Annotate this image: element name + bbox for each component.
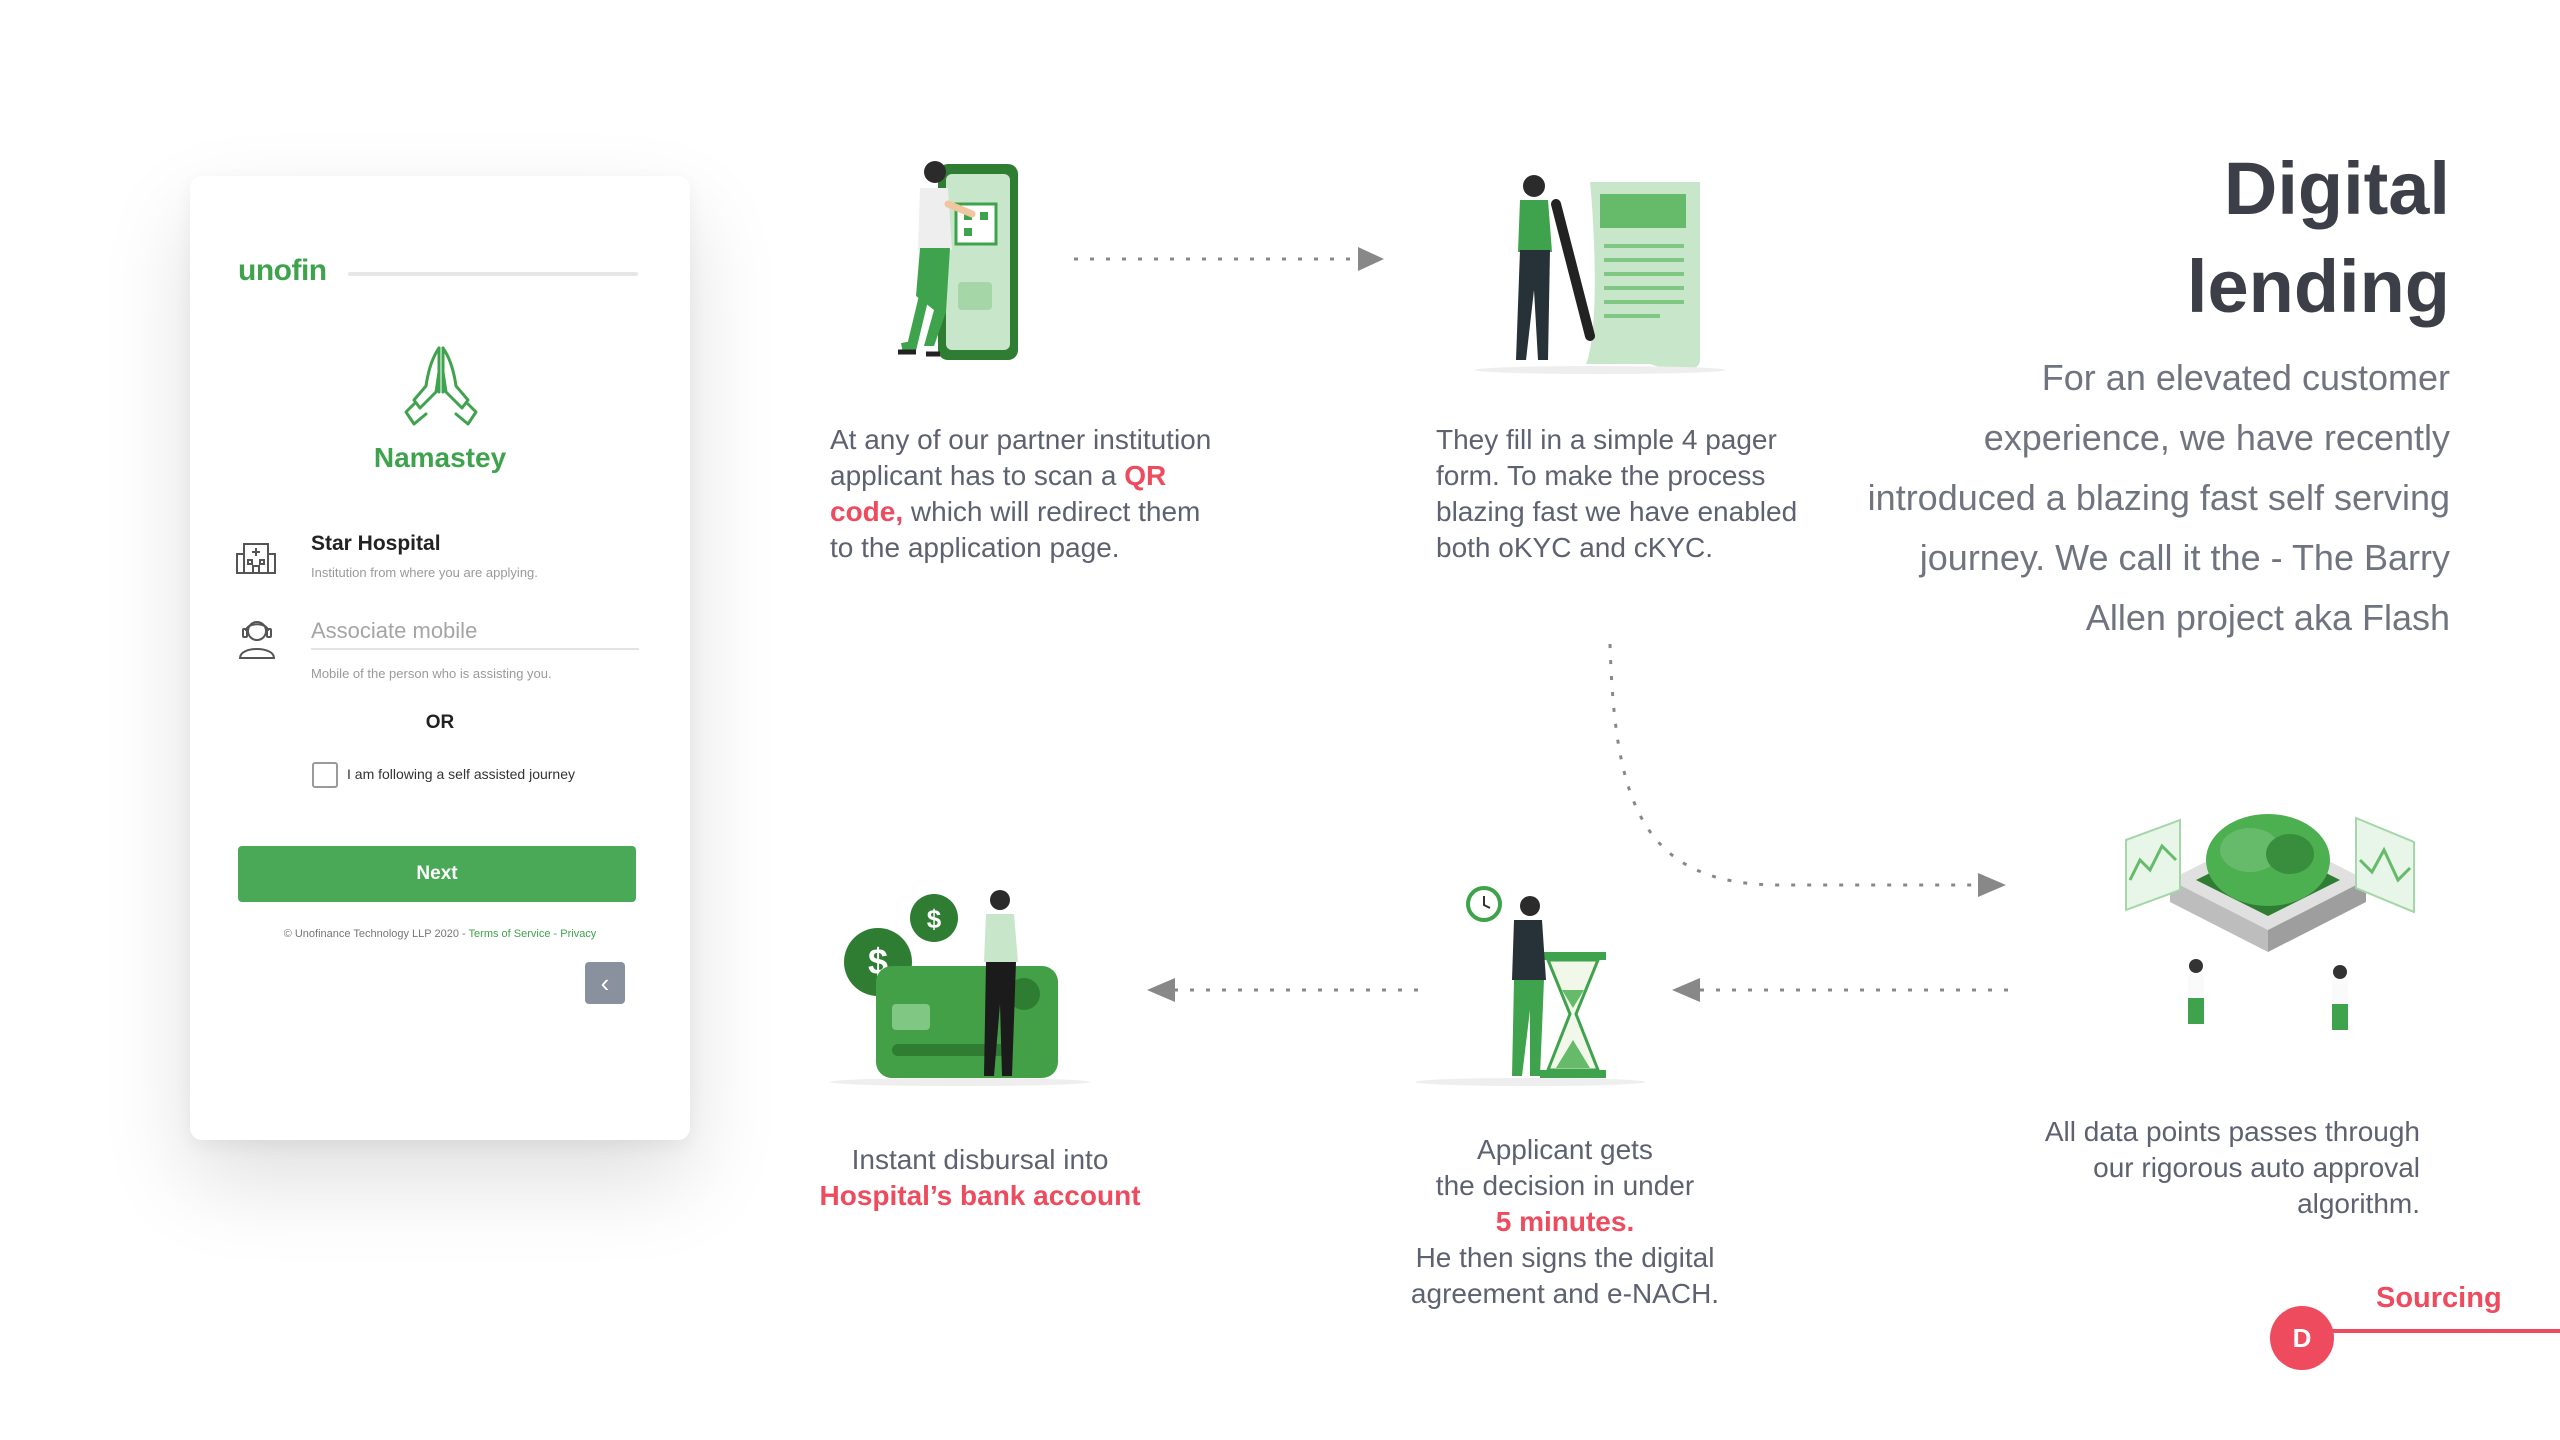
step-decision-line4: agreement and e-NACH. (1410, 1278, 1720, 1309)
step-approval-description: All data points passes through our rigor… (2044, 1116, 2420, 1219)
disbursal-card-illustration: $ $ (830, 890, 1090, 1086)
step-decision-line2: the decision in under (1435, 1170, 1695, 1201)
step-decision-line3: He then signs the digital (1415, 1242, 1715, 1273)
step-disbursal-description: Instant disbursal into Hospital’s bank a… (780, 1142, 1180, 1214)
decision-hourglass-illustration (1415, 886, 1645, 1086)
connector-approval-to-decision (1672, 978, 2008, 1002)
connector-form-to-approval (1608, 643, 2006, 897)
svg-text:$: $ (927, 904, 942, 934)
step-form-description: They fill in a simple 4 pager form. To m… (1436, 424, 1798, 563)
step-disbursal-line1: Instant disbursal into (851, 1144, 1109, 1175)
page-title: Digital lending (2060, 140, 2450, 336)
connector-decision-to-disbursal (1147, 978, 1418, 1002)
step-decision-line1: Applicant gets (1477, 1134, 1653, 1165)
step-decision-description: Applicant gets the decision in under 5 m… (1340, 1132, 1790, 1312)
step-scan-description: At any of our partner institution applic… (830, 422, 1230, 566)
qr-scan-illustration (898, 161, 1018, 360)
section-badge: D (2270, 1306, 2334, 1370)
section-underline (2330, 1329, 2560, 1333)
section-label: Sourcing (2376, 1282, 2502, 1314)
connector-scan-to-form (1074, 247, 1384, 271)
page-title-line2: lending (2186, 245, 2450, 328)
bank-account-highlight: Hospital’s bank account (819, 1180, 1141, 1211)
intro-paragraph: For an elevated customer experience, we … (1867, 357, 2450, 638)
form-filling-illustration (1475, 175, 1725, 374)
page-title-line1: Digital (2223, 147, 2450, 230)
five-minutes-highlight: 5 minutes. (1495, 1206, 1635, 1237)
approval-algorithm-illustration (2125, 814, 2415, 1030)
